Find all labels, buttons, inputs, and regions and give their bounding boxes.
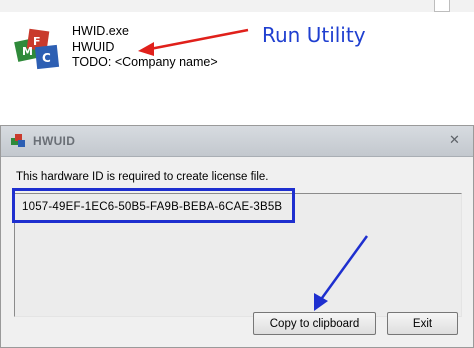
run-utility-annotation: Run Utility xyxy=(262,23,366,47)
close-icon[interactable]: ✕ xyxy=(449,133,460,147)
top-strip xyxy=(0,0,474,12)
dialog-title: HWUID xyxy=(33,134,76,148)
svg-text:M: M xyxy=(22,45,33,58)
dialog-titlebar[interactable]: HWUID ✕ xyxy=(1,126,473,157)
copy-to-clipboard-button[interactable]: Copy to clipboard xyxy=(253,312,376,335)
mfc-app-icon: M F C xyxy=(14,28,60,70)
exe-product-name: HWUID xyxy=(72,39,115,54)
exe-file-name: HWID.exe xyxy=(72,24,129,38)
app-icon xyxy=(11,134,25,147)
window-corner-box xyxy=(434,0,450,12)
exe-file-tile[interactable]: M F C HWID.exe HWUID TODO: <Company name… xyxy=(14,22,229,76)
dialog-message: This hardware ID is required to create l… xyxy=(16,171,269,183)
hardware-id-highlight xyxy=(12,188,295,223)
svg-text:C: C xyxy=(42,51,51,65)
svg-text:F: F xyxy=(33,35,41,48)
hwuid-dialog: HWUID ✕ This hardware ID is required to … xyxy=(0,125,474,348)
exit-button[interactable]: Exit xyxy=(387,312,458,335)
exe-company-line: TODO: <Company name> xyxy=(72,55,218,69)
